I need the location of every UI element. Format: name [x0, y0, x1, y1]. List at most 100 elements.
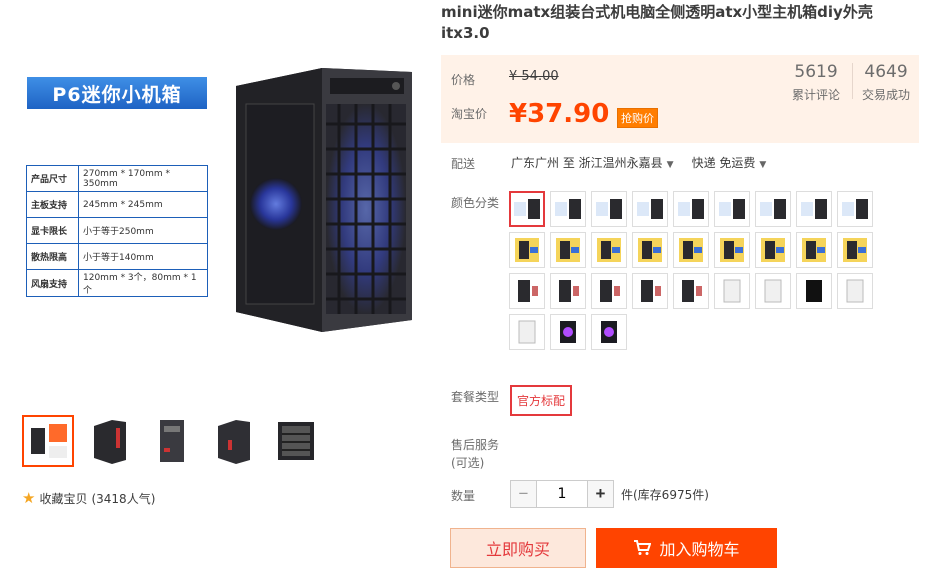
original-price: ¥ 54.00 [509, 69, 559, 84]
review-stat[interactable]: 5619 累计评论 [792, 62, 840, 103]
color-swatch[interactable] [550, 314, 586, 350]
color-swatch[interactable] [673, 232, 709, 268]
shipping-method[interactable]: 快递 免运费 ▼ [692, 154, 767, 171]
popularity-count: (3418人气) [91, 491, 156, 506]
swatch-image [597, 238, 621, 262]
color-swatch[interactable] [591, 191, 627, 227]
promo-banner: P6迷你小机箱 [27, 77, 207, 109]
thumbnail-image [218, 420, 250, 464]
swatch-image [720, 238, 744, 262]
color-swatch[interactable] [796, 191, 832, 227]
color-swatch[interactable] [550, 191, 586, 227]
favorite-label: 收藏宝贝 [39, 491, 88, 506]
quantity-input[interactable] [537, 480, 587, 508]
main-product-image: P6迷你小机箱 产品尺寸 270mm * 170mm * 350mm 主板支持 24… [14, 60, 424, 350]
buy-now-button[interactable]: 立即购买 [450, 528, 586, 568]
spec-value: 245mm * 245mm [78, 191, 208, 218]
color-swatch[interactable] [509, 232, 545, 268]
color-swatch[interactable] [796, 232, 832, 268]
swatch-image [514, 199, 540, 219]
color-swatch-grid [509, 191, 879, 350]
cart-icon [634, 540, 652, 555]
swatch-image [760, 199, 786, 219]
spec-key: 散热限高 [26, 243, 79, 270]
price-panel: 价格 ¥ 54.00 淘宝价 ¥37.90 抢购价 5619 累计评论 4649… [441, 55, 919, 143]
shipping-route[interactable]: 广东广州 至 浙江温州永嘉县 ▼ [511, 154, 674, 171]
spec-row: 产品尺寸 270mm * 170mm * 350mm [26, 165, 208, 192]
color-swatch[interactable] [714, 273, 750, 309]
color-swatch[interactable] [796, 273, 832, 309]
color-swatch[interactable] [714, 232, 750, 268]
color-swatch[interactable] [755, 273, 791, 309]
spec-key: 风扇支持 [26, 269, 79, 297]
color-swatch[interactable] [714, 191, 750, 227]
swatch-image [801, 199, 827, 219]
swatch-image [802, 238, 826, 262]
sale-price-label: 淘宝价 [451, 107, 488, 121]
thumbnail-strip [22, 415, 322, 467]
thumbnail[interactable] [208, 415, 260, 467]
star-icon: ★ [22, 489, 36, 507]
color-swatch[interactable] [837, 232, 873, 268]
color-swatch[interactable] [550, 232, 586, 268]
color-swatch[interactable] [837, 191, 873, 227]
service-label: 售后服务 [451, 438, 500, 452]
original-price-label: 价格 [451, 73, 476, 87]
package-option[interactable]: 官方标配 [510, 385, 573, 416]
color-swatch[interactable] [673, 273, 709, 309]
thumbnail[interactable] [84, 415, 136, 467]
color-swatch[interactable] [837, 273, 873, 309]
favorite-button[interactable]: ★ 收藏宝贝 (3418人气) [22, 489, 155, 507]
spec-key: 主板支持 [26, 191, 79, 218]
swatch-image [761, 238, 785, 262]
thumbnail-image [94, 420, 126, 464]
decrease-button[interactable]: − [510, 480, 537, 508]
color-swatch[interactable] [755, 191, 791, 227]
spec-value: 120mm * 3个，80mm * 1个 [78, 269, 208, 297]
thumbnail[interactable] [270, 415, 322, 467]
shipping-label: 配送 [451, 157, 476, 171]
swatch-image [843, 238, 867, 262]
color-swatch[interactable] [509, 314, 545, 350]
color-swatch[interactable] [509, 273, 545, 309]
color-swatch[interactable] [591, 273, 627, 309]
swatch-image [678, 199, 704, 219]
swatch-image [601, 321, 617, 343]
sales-count: 4649 [864, 62, 908, 82]
add-to-cart-button[interactable]: 加入购物车 [596, 528, 777, 568]
swatch-image [842, 199, 868, 219]
thumbnail-image [278, 422, 314, 460]
stat-divider [852, 63, 853, 99]
shipping-from: 广东广州 至 [511, 156, 575, 170]
swatch-image [679, 238, 703, 262]
color-swatch[interactable] [550, 273, 586, 309]
increase-button[interactable]: + [587, 480, 614, 508]
add-to-cart-label: 加入购物车 [659, 542, 740, 559]
swatch-image [723, 279, 741, 303]
chevron-down-icon: ▼ [759, 160, 767, 170]
package-label: 套餐类型 [451, 390, 500, 404]
thumbnail[interactable] [146, 415, 198, 467]
shipping-info: 广东广州 至 浙江温州永嘉县 ▼ 快递 免运费 ▼ [511, 154, 766, 171]
color-swatch[interactable] [509, 191, 545, 227]
swatch-image [556, 238, 580, 262]
color-swatch[interactable] [632, 273, 668, 309]
spec-key: 产品尺寸 [26, 165, 79, 192]
product-title: mini迷你matx组装台式机电脑全侧透明atx小型主机箱diy外壳itx3.0 [441, 3, 873, 42]
swatch-image [641, 280, 661, 302]
color-swatch[interactable] [755, 232, 791, 268]
thumbnail-image [160, 420, 184, 462]
color-swatch[interactable] [673, 191, 709, 227]
spec-key: 显卡限长 [26, 217, 79, 244]
swatch-image [518, 280, 538, 302]
swatch-image [518, 320, 536, 344]
swatch-image [719, 199, 745, 219]
thumbnail[interactable] [22, 415, 74, 467]
color-swatch[interactable] [591, 232, 627, 268]
swatch-image [682, 280, 702, 302]
color-swatch[interactable] [632, 191, 668, 227]
swatch-image [638, 238, 662, 262]
swatch-image [515, 238, 539, 262]
color-swatch[interactable] [632, 232, 668, 268]
color-swatch[interactable] [591, 314, 627, 350]
